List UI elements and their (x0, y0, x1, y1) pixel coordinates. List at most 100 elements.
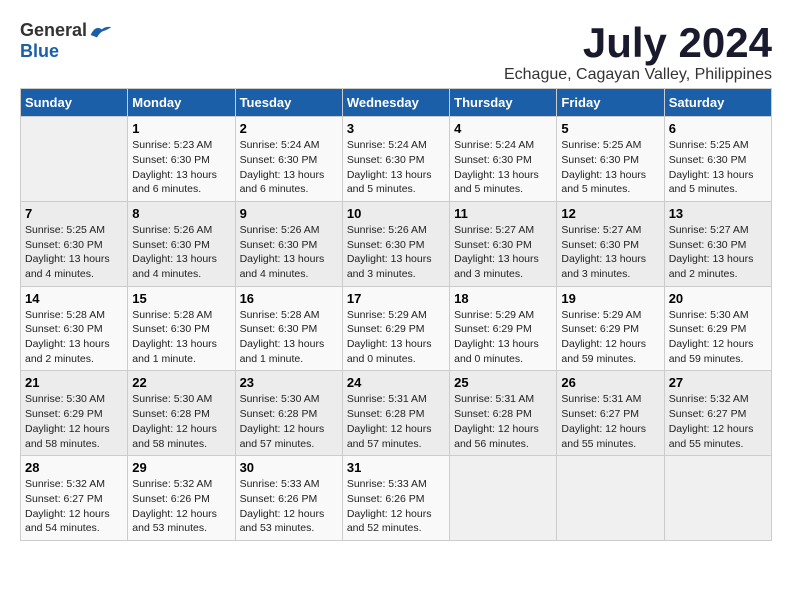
day-cell (21, 117, 128, 202)
header-cell-thursday: Thursday (450, 89, 557, 117)
day-cell: 7 Sunrise: 5:25 AM Sunset: 6:30 PM Daylig… (21, 201, 128, 286)
logo-blue-text: Blue (20, 41, 59, 62)
day-cell: 3Sunrise: 5:24 AM Sunset: 6:30 PM Daylig… (342, 117, 449, 202)
day-info: Sunrise: 5:28 AM Sunset: 6:30 PM Dayligh… (240, 308, 338, 367)
day-cell: 6Sunrise: 5:25 AM Sunset: 6:30 PM Daylig… (664, 117, 771, 202)
day-info: Sunrise: 5:25 AM Sunset: 6:30 PM Dayligh… (561, 138, 659, 197)
day-cell: 8 Sunrise: 5:26 AM Sunset: 6:30 PM Daylig… (128, 201, 235, 286)
day-cell: 9Sunrise: 5:26 AM Sunset: 6:30 PM Daylig… (235, 201, 342, 286)
header-cell-monday: Monday (128, 89, 235, 117)
day-cell: 21Sunrise: 5:30 AM Sunset: 6:29 PM Dayli… (21, 371, 128, 456)
day-cell: 25 Sunrise: 5:31 AM Sunset: 6:28 PM Dayli… (450, 371, 557, 456)
day-number: 27 (669, 375, 767, 390)
day-info: Sunrise: 5:32 AM Sunset: 6:27 PM Dayligh… (25, 477, 123, 536)
day-cell: 18Sunrise: 5:29 AM Sunset: 6:29 PM Dayli… (450, 286, 557, 371)
day-number: 2 (240, 121, 338, 136)
day-number: 10 (347, 206, 445, 221)
header-cell-sunday: Sunday (21, 89, 128, 117)
day-number: 7 (25, 206, 123, 221)
logo-general-text: General (20, 20, 87, 41)
page-header: General Blue July 2024 Echague, Cagayan … (20, 20, 772, 84)
day-number: 4 (454, 121, 552, 136)
logo-bird-icon (89, 22, 113, 40)
day-number: 17 (347, 291, 445, 306)
day-cell: 31 Sunrise: 5:33 AM Sunset: 6:26 PM Dayli… (342, 456, 449, 541)
day-number: 22 (132, 375, 230, 390)
day-info: Sunrise: 5:32 AM Sunset: 6:27 PM Dayligh… (669, 392, 767, 451)
header-row: SundayMondayTuesdayWednesdayThursdayFrid… (21, 89, 772, 117)
day-info: Sunrise: 5:27 AM Sunset: 6:30 PM Dayligh… (454, 223, 552, 282)
day-cell: 17 Sunrise: 5:29 AM Sunset: 6:29 PM Dayli… (342, 286, 449, 371)
day-number: 25 (454, 375, 552, 390)
day-info: Sunrise: 5:29 AM Sunset: 6:29 PM Dayligh… (561, 308, 659, 367)
header-cell-wednesday: Wednesday (342, 89, 449, 117)
day-info: Sunrise: 5:25 AM Sunset: 6:30 PM Dayligh… (25, 223, 123, 282)
day-cell: 5Sunrise: 5:25 AM Sunset: 6:30 PM Daylig… (557, 117, 664, 202)
day-info: Sunrise: 5:27 AM Sunset: 6:30 PM Dayligh… (561, 223, 659, 282)
title-block: July 2024 Echague, Cagayan Valley, Phili… (504, 20, 772, 84)
week-row-3: 14 Sunrise: 5:28 AM Sunset: 6:30 PM Dayli… (21, 286, 772, 371)
day-number: 16 (240, 291, 338, 306)
day-number: 14 (25, 291, 123, 306)
day-info: Sunrise: 5:24 AM Sunset: 6:30 PM Dayligh… (454, 138, 552, 197)
calendar-title: July 2024 (504, 20, 772, 66)
day-number: 26 (561, 375, 659, 390)
day-info: Sunrise: 5:30 AM Sunset: 6:29 PM Dayligh… (669, 308, 767, 367)
logo: General Blue (20, 20, 113, 62)
day-number: 30 (240, 460, 338, 475)
day-info: Sunrise: 5:26 AM Sunset: 6:30 PM Dayligh… (240, 223, 338, 282)
day-cell: 10 Sunrise: 5:26 AM Sunset: 6:30 PM Dayli… (342, 201, 449, 286)
day-number: 28 (25, 460, 123, 475)
day-cell: 27 Sunrise: 5:32 AM Sunset: 6:27 PM Dayli… (664, 371, 771, 456)
day-number: 31 (347, 460, 445, 475)
day-cell: 26 Sunrise: 5:31 AM Sunset: 6:27 PM Dayli… (557, 371, 664, 456)
day-info: Sunrise: 5:33 AM Sunset: 6:26 PM Dayligh… (347, 477, 445, 536)
header-cell-tuesday: Tuesday (235, 89, 342, 117)
day-info: Sunrise: 5:28 AM Sunset: 6:30 PM Dayligh… (25, 308, 123, 367)
day-info: Sunrise: 5:29 AM Sunset: 6:29 PM Dayligh… (347, 308, 445, 367)
day-number: 13 (669, 206, 767, 221)
day-number: 24 (347, 375, 445, 390)
day-number: 23 (240, 375, 338, 390)
day-number: 29 (132, 460, 230, 475)
day-info: Sunrise: 5:31 AM Sunset: 6:27 PM Dayligh… (561, 392, 659, 451)
week-row-1: 1Sunrise: 5:23 AM Sunset: 6:30 PM Daylig… (21, 117, 772, 202)
day-info: Sunrise: 5:29 AM Sunset: 6:29 PM Dayligh… (454, 308, 552, 367)
week-row-2: 7 Sunrise: 5:25 AM Sunset: 6:30 PM Daylig… (21, 201, 772, 286)
day-number: 11 (454, 206, 552, 221)
header-cell-friday: Friday (557, 89, 664, 117)
day-cell: 24 Sunrise: 5:31 AM Sunset: 6:28 PM Dayli… (342, 371, 449, 456)
day-number: 3 (347, 121, 445, 136)
day-cell: 2 Sunrise: 5:24 AM Sunset: 6:30 PM Daylig… (235, 117, 342, 202)
day-info: Sunrise: 5:30 AM Sunset: 6:29 PM Dayligh… (25, 392, 123, 451)
day-cell: 13 Sunrise: 5:27 AM Sunset: 6:30 PM Dayli… (664, 201, 771, 286)
day-number: 8 (132, 206, 230, 221)
day-number: 12 (561, 206, 659, 221)
day-info: Sunrise: 5:24 AM Sunset: 6:30 PM Dayligh… (240, 138, 338, 197)
day-cell: 30 Sunrise: 5:33 AM Sunset: 6:26 PM Dayli… (235, 456, 342, 541)
day-info: Sunrise: 5:26 AM Sunset: 6:30 PM Dayligh… (132, 223, 230, 282)
day-number: 15 (132, 291, 230, 306)
day-info: Sunrise: 5:31 AM Sunset: 6:28 PM Dayligh… (454, 392, 552, 451)
day-number: 19 (561, 291, 659, 306)
day-number: 6 (669, 121, 767, 136)
day-cell: 12 Sunrise: 5:27 AM Sunset: 6:30 PM Dayli… (557, 201, 664, 286)
day-info: Sunrise: 5:26 AM Sunset: 6:30 PM Dayligh… (347, 223, 445, 282)
day-cell: 11 Sunrise: 5:27 AM Sunset: 6:30 PM Dayli… (450, 201, 557, 286)
day-cell (557, 456, 664, 541)
day-cell: 4 Sunrise: 5:24 AM Sunset: 6:30 PM Daylig… (450, 117, 557, 202)
day-cell (450, 456, 557, 541)
day-number: 20 (669, 291, 767, 306)
calendar-subtitle: Echague, Cagayan Valley, Philippines (504, 66, 772, 84)
day-info: Sunrise: 5:30 AM Sunset: 6:28 PM Dayligh… (240, 392, 338, 451)
header-cell-saturday: Saturday (664, 89, 771, 117)
day-info: Sunrise: 5:33 AM Sunset: 6:26 PM Dayligh… (240, 477, 338, 536)
day-cell: 23 Sunrise: 5:30 AM Sunset: 6:28 PM Dayli… (235, 371, 342, 456)
day-cell: 1Sunrise: 5:23 AM Sunset: 6:30 PM Daylig… (128, 117, 235, 202)
day-info: Sunrise: 5:27 AM Sunset: 6:30 PM Dayligh… (669, 223, 767, 282)
calendar-table: SundayMondayTuesdayWednesdayThursdayFrid… (20, 88, 772, 541)
day-cell: 20 Sunrise: 5:30 AM Sunset: 6:29 PM Dayli… (664, 286, 771, 371)
day-info: Sunrise: 5:32 AM Sunset: 6:26 PM Dayligh… (132, 477, 230, 536)
day-cell: 16 Sunrise: 5:28 AM Sunset: 6:30 PM Dayli… (235, 286, 342, 371)
day-info: Sunrise: 5:31 AM Sunset: 6:28 PM Dayligh… (347, 392, 445, 451)
